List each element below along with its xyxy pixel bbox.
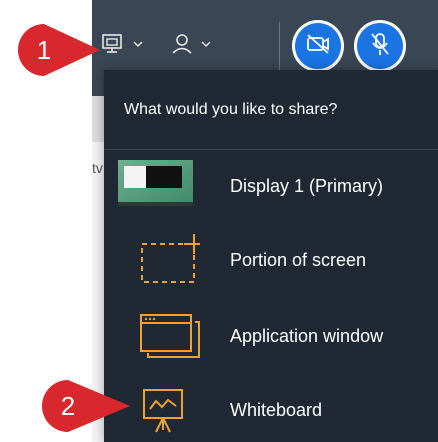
mic-off-icon xyxy=(366,30,394,63)
share-option-whiteboard-label: Whiteboard xyxy=(230,399,323,420)
share-screen-button[interactable] xyxy=(100,26,144,66)
share-option-app-window[interactable]: Application window xyxy=(104,304,438,368)
app-window-icon xyxy=(138,312,202,365)
portion-screen-icon xyxy=(138,232,204,293)
share-option-portion-label: Portion of screen xyxy=(230,249,367,270)
callout-badge-2-number: 2 xyxy=(60,390,76,421)
whiteboard-icon xyxy=(138,384,188,441)
share-option-whiteboard[interactable]: Whiteboard xyxy=(104,378,438,442)
share-option-display[interactable]: Display 1 (Primary) xyxy=(104,154,438,218)
people-icon xyxy=(170,32,194,61)
chevron-down-icon xyxy=(132,37,144,55)
callout-badge-2: 2 xyxy=(40,378,130,434)
people-button[interactable] xyxy=(170,26,212,66)
share-option-portion[interactable]: Portion of screen xyxy=(104,228,438,292)
toolbar-divider xyxy=(279,22,280,72)
callout-badge-1: 1 xyxy=(16,22,100,78)
chevron-down-icon xyxy=(200,37,212,55)
share-menu: What would you like to share? Display 1 … xyxy=(104,70,438,442)
background-text: tv xyxy=(92,160,103,176)
callout-badge-1-number: 1 xyxy=(36,34,52,65)
camera-toggle-button[interactable] xyxy=(292,20,344,72)
display-thumbnail xyxy=(118,160,193,211)
mic-toggle-button[interactable] xyxy=(354,20,406,72)
share-option-app-window-label: Application window xyxy=(230,325,384,346)
camera-off-icon xyxy=(304,30,332,63)
share-menu-title: What would you like to share? xyxy=(104,70,438,150)
share-option-display-label: Display 1 (Primary) xyxy=(230,175,384,196)
